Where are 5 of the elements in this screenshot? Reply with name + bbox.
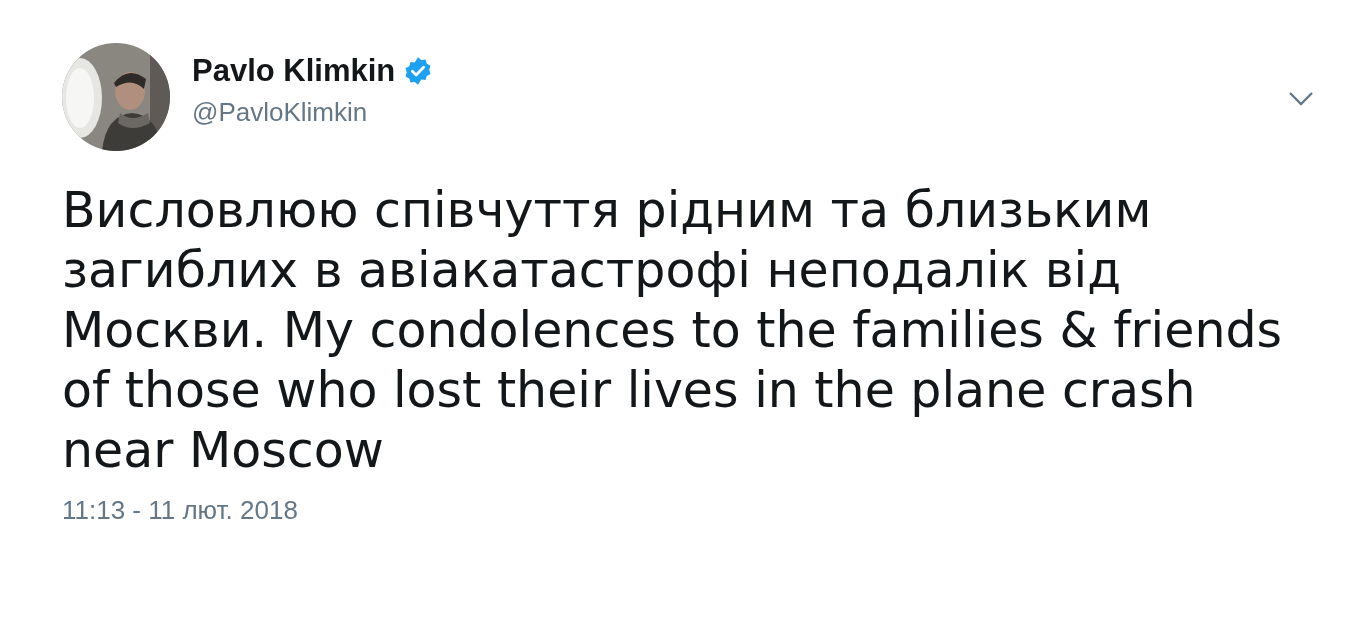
tweet-timestamp[interactable]: 11:13 - 11 лют. 2018 (62, 495, 298, 526)
author-name[interactable]: Pavlo Klimkin (192, 53, 396, 89)
tweet-text: Висловлюю співчуття рідним та близьким загиблих в авіакатастрофі неподалік від Москви. My condolences to the families & friends of those who lost their lives in the plane crash near Moscow (62, 181, 1284, 481)
author-handle[interactable]: @PavloKlimkin (192, 97, 1288, 128)
chevron-down-icon[interactable] (1288, 91, 1314, 107)
